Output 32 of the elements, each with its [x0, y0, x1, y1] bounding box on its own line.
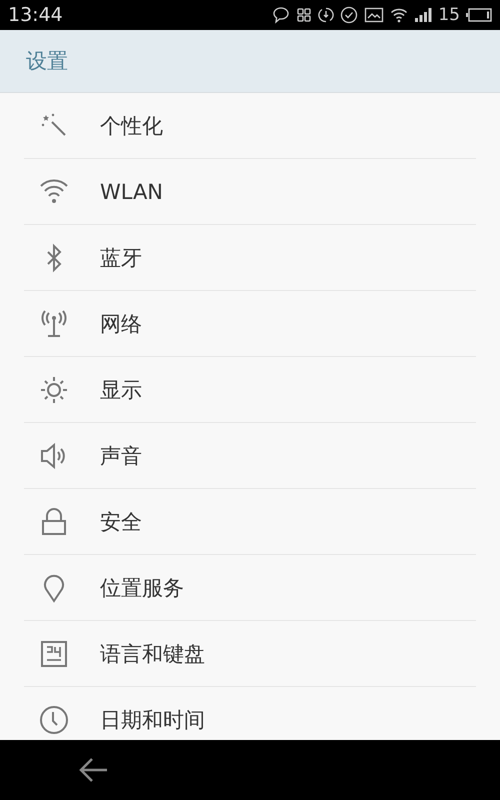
settings-item[interactable]: 网络 [24, 291, 476, 357]
item-label: 安全 [100, 508, 142, 536]
item-label: 个性化 [100, 112, 163, 140]
status-time: 13:44 [8, 4, 63, 26]
back-arrow-icon[interactable] [78, 756, 110, 784]
settings-item[interactable]: 安全 [24, 489, 476, 555]
item-label: 蓝牙 [100, 244, 142, 272]
sync-icon [318, 6, 334, 24]
grid-icon [296, 7, 312, 23]
settings-item[interactable]: 位置服务 [24, 555, 476, 621]
item-label: WLAN [100, 180, 164, 204]
item-label: 语言和键盘 [100, 640, 205, 668]
settings-item[interactable]: 语言和键盘 [24, 621, 476, 687]
clock-icon [38, 704, 70, 736]
chat-bubble-icon [272, 6, 290, 24]
item-label: 日期和时间 [100, 706, 205, 734]
item-label: 显示 [100, 376, 142, 404]
check-circle-icon [340, 6, 358, 24]
settings-item[interactable]: 显示 [24, 357, 476, 423]
item-label: 声音 [100, 442, 142, 470]
item-label: 网络 [100, 310, 142, 338]
wifi-icon [390, 7, 408, 23]
page-title: 设置 [26, 48, 68, 75]
image-icon [364, 7, 384, 23]
settings-item[interactable]: 声音 [24, 423, 476, 489]
battery-percent: 15 [438, 5, 460, 25]
item-label: 位置服务 [100, 574, 184, 602]
signal-icon [414, 7, 432, 23]
settings-item[interactable]: 个性化 [24, 93, 476, 159]
settings-item[interactable]: WLAN [24, 159, 476, 225]
settings-item[interactable]: 蓝牙 [24, 225, 476, 291]
battery-icon [466, 8, 492, 22]
